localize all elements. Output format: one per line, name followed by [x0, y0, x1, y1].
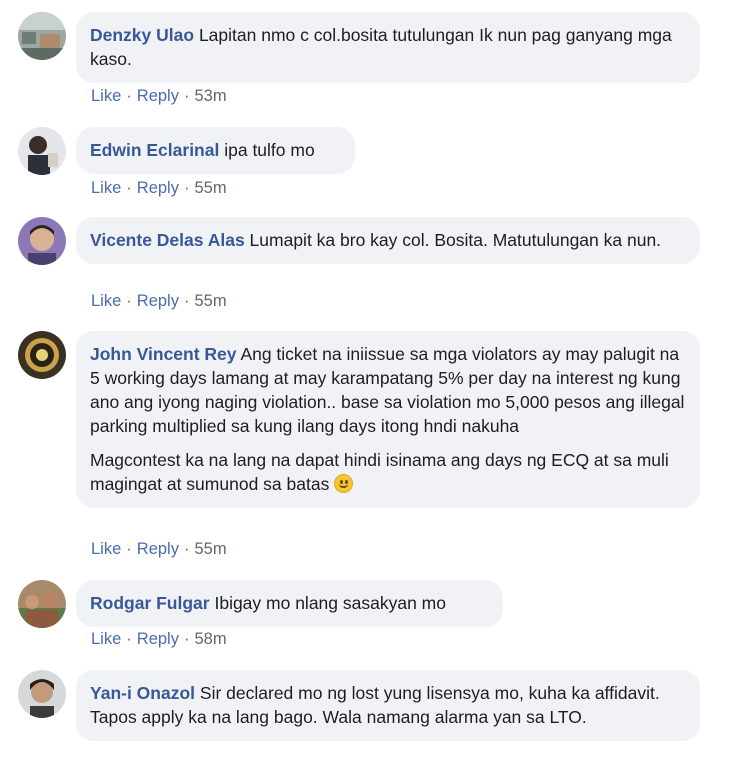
avatar[interactable] [18, 127, 66, 175]
like-link[interactable]: Like [91, 87, 121, 105]
avatar[interactable] [18, 12, 66, 60]
comment-actions: Like · Reply · 55m [91, 540, 227, 559]
avatar[interactable] [18, 331, 66, 379]
comment-text: Ibigay mo nlang sasakyan mo [214, 593, 446, 613]
comment-author[interactable]: Denzky Ulao [90, 25, 194, 45]
comment-text: Magcontest ka na lang na dapat hindi isi… [90, 450, 669, 494]
avatar[interactable] [18, 670, 66, 718]
comment-timestamp[interactable]: 53m [194, 87, 226, 105]
avatar[interactable] [18, 580, 66, 628]
comment-text-paragraph: Magcontest ka na lang na dapat hindi isi… [90, 448, 686, 496]
avatar[interactable] [18, 217, 66, 265]
comment-bubble: Rodgar Fulgar Ibigay mo nlang sasakyan m… [76, 580, 503, 627]
comment-bubble: Edwin Eclarinal ipa tulfo mo [76, 127, 355, 174]
separator: · [183, 87, 190, 105]
separator: · [126, 540, 132, 558]
separator: · [126, 292, 132, 310]
comment-author[interactable]: Edwin Eclarinal [90, 140, 219, 160]
comment-actions: Like · Reply · 55m [91, 179, 227, 198]
smiling-face-emoji-icon [334, 474, 354, 493]
comment-bubble: Yan-i Onazol Sir declared mo ng lost yun… [76, 670, 700, 741]
separator: · [183, 179, 190, 197]
comment-author[interactable]: Yan-i Onazol [90, 683, 195, 703]
separator: · [126, 87, 132, 105]
comment-actions: Like · Reply · 53m [91, 87, 227, 106]
comment-author[interactable]: John Vincent Rey [90, 344, 237, 364]
reply-link[interactable]: Reply [137, 292, 179, 310]
separator: · [183, 630, 190, 648]
comment-timestamp[interactable]: 58m [194, 630, 226, 648]
like-link[interactable]: Like [91, 292, 121, 310]
comment-author[interactable]: Rodgar Fulgar [90, 593, 210, 613]
like-link[interactable]: Like [91, 630, 121, 648]
separator: · [183, 292, 190, 310]
comment-timestamp[interactable]: 55m [194, 540, 226, 558]
reply-link[interactable]: Reply [137, 179, 179, 197]
comment-actions: Like · Reply · 55m [91, 292, 227, 311]
comment-bubble: John Vincent Rey Ang ticket na iniissue … [76, 331, 700, 508]
comment-actions: Like · Reply · 58m [91, 630, 227, 649]
reply-link[interactable]: Reply [137, 540, 179, 558]
comment-text: ipa tulfo mo [224, 140, 315, 160]
separator: · [126, 630, 132, 648]
comment-timestamp[interactable]: 55m [194, 179, 226, 197]
separator: · [126, 179, 132, 197]
like-link[interactable]: Like [91, 540, 121, 558]
comment-timestamp[interactable]: 55m [194, 292, 226, 310]
reply-link[interactable]: Reply [137, 87, 179, 105]
comment-bubble: Denzky Ulao Lapitan nmo c col.bosita tut… [76, 12, 700, 83]
comment-author[interactable]: Vicente Delas Alas [90, 230, 245, 250]
like-link[interactable]: Like [91, 179, 121, 197]
reply-link[interactable]: Reply [137, 630, 179, 648]
comment-text: Lumapit ka bro kay col. Bosita. Matutulu… [249, 230, 662, 250]
comment-bubble: Vicente Delas Alas Lumapit ka bro kay co… [76, 217, 700, 264]
separator: · [183, 540, 190, 558]
